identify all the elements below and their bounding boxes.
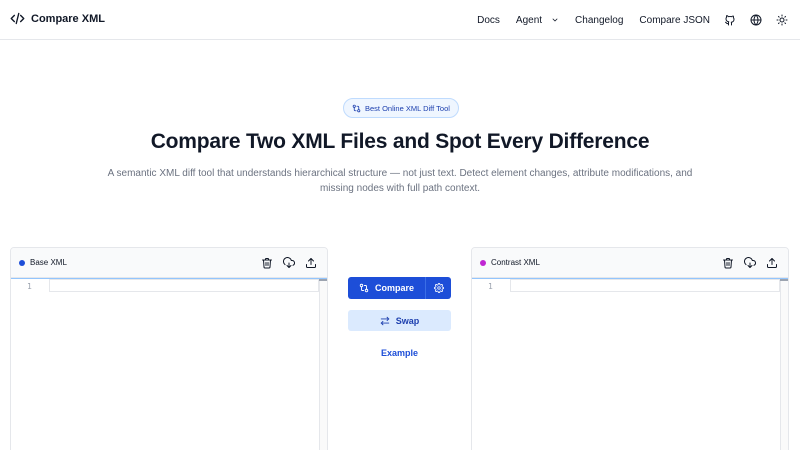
upload-icon[interactable] bbox=[305, 257, 317, 269]
contrast-xml-panel: Contrast XML 1 bbox=[471, 247, 789, 450]
top-header: Compare XML Docs Agent Changelog Compare… bbox=[0, 0, 800, 40]
scrollbar-thumb[interactable] bbox=[780, 279, 788, 281]
trash-icon[interactable] bbox=[261, 257, 273, 269]
git-compare-icon bbox=[352, 104, 361, 112]
compare-label: Compare bbox=[374, 283, 414, 293]
swap-button[interactable]: Swap bbox=[348, 310, 451, 331]
vertical-scrollbar[interactable] bbox=[780, 279, 788, 450]
chevron-down-icon bbox=[552, 18, 558, 22]
page-title: Compare Two XML Files and Spot Every Dif… bbox=[150, 130, 650, 153]
base-xml-dot bbox=[19, 259, 25, 266]
contrast-xml-title: Contrast XML bbox=[491, 258, 540, 267]
gear-icon bbox=[433, 283, 444, 293]
line-number: 1 bbox=[488, 282, 493, 291]
brand-name: Compare XML bbox=[31, 12, 105, 25]
page-subtitle: A semantic XML diff tool that understand… bbox=[107, 168, 693, 194]
vertical-scrollbar[interactable] bbox=[319, 279, 327, 450]
line-number: 1 bbox=[27, 282, 32, 291]
nav-changelog[interactable]: Changelog bbox=[575, 15, 623, 26]
contrast-xml-editor[interactable]: 1 bbox=[472, 278, 788, 450]
git-compare-icon bbox=[359, 283, 369, 293]
line-gutter: 1 bbox=[472, 279, 510, 450]
github-icon[interactable] bbox=[724, 14, 736, 26]
compare-button-group: Compare bbox=[348, 277, 451, 299]
example-link[interactable]: Example bbox=[348, 348, 451, 358]
base-xml-panel: Base XML 1 bbox=[10, 247, 328, 450]
compare-settings-button[interactable] bbox=[425, 277, 451, 299]
hero-badge: Best Online XML Diff Tool bbox=[343, 98, 459, 118]
nav-docs[interactable]: Docs bbox=[477, 15, 500, 26]
cloud-download-icon[interactable] bbox=[283, 256, 295, 269]
code-brackets-icon bbox=[10, 12, 25, 25]
active-line bbox=[510, 279, 780, 292]
base-xml-panel-header: Base XML bbox=[11, 248, 327, 278]
globe-icon[interactable] bbox=[750, 14, 762, 26]
nav-agent[interactable]: Agent bbox=[516, 15, 559, 26]
line-gutter: 1 bbox=[11, 279, 49, 450]
base-xml-editor[interactable]: 1 bbox=[11, 278, 327, 450]
trash-icon[interactable] bbox=[722, 257, 734, 269]
nav-agent-label: Agent bbox=[515, 14, 543, 26]
cloud-download-icon[interactable] bbox=[744, 256, 756, 269]
nav-compare-json[interactable]: Compare JSON bbox=[639, 15, 710, 26]
upload-icon[interactable] bbox=[766, 257, 778, 269]
base-xml-title: Base XML bbox=[30, 258, 67, 267]
swap-label: Swap bbox=[395, 315, 420, 326]
scrollbar-thumb[interactable] bbox=[319, 279, 327, 281]
brand[interactable]: Compare XML bbox=[10, 11, 105, 26]
swap-arrows-icon bbox=[380, 316, 389, 325]
main-nav: Docs Agent Changelog Compare JSON bbox=[477, 0, 788, 40]
hero-badge-text: Best Online XML Diff Tool bbox=[365, 103, 450, 113]
compare-button[interactable]: Compare bbox=[348, 277, 425, 299]
sun-icon[interactable] bbox=[776, 14, 788, 26]
contrast-xml-dot bbox=[480, 259, 486, 266]
contrast-xml-panel-header: Contrast XML bbox=[472, 248, 788, 278]
active-line bbox=[49, 279, 319, 292]
